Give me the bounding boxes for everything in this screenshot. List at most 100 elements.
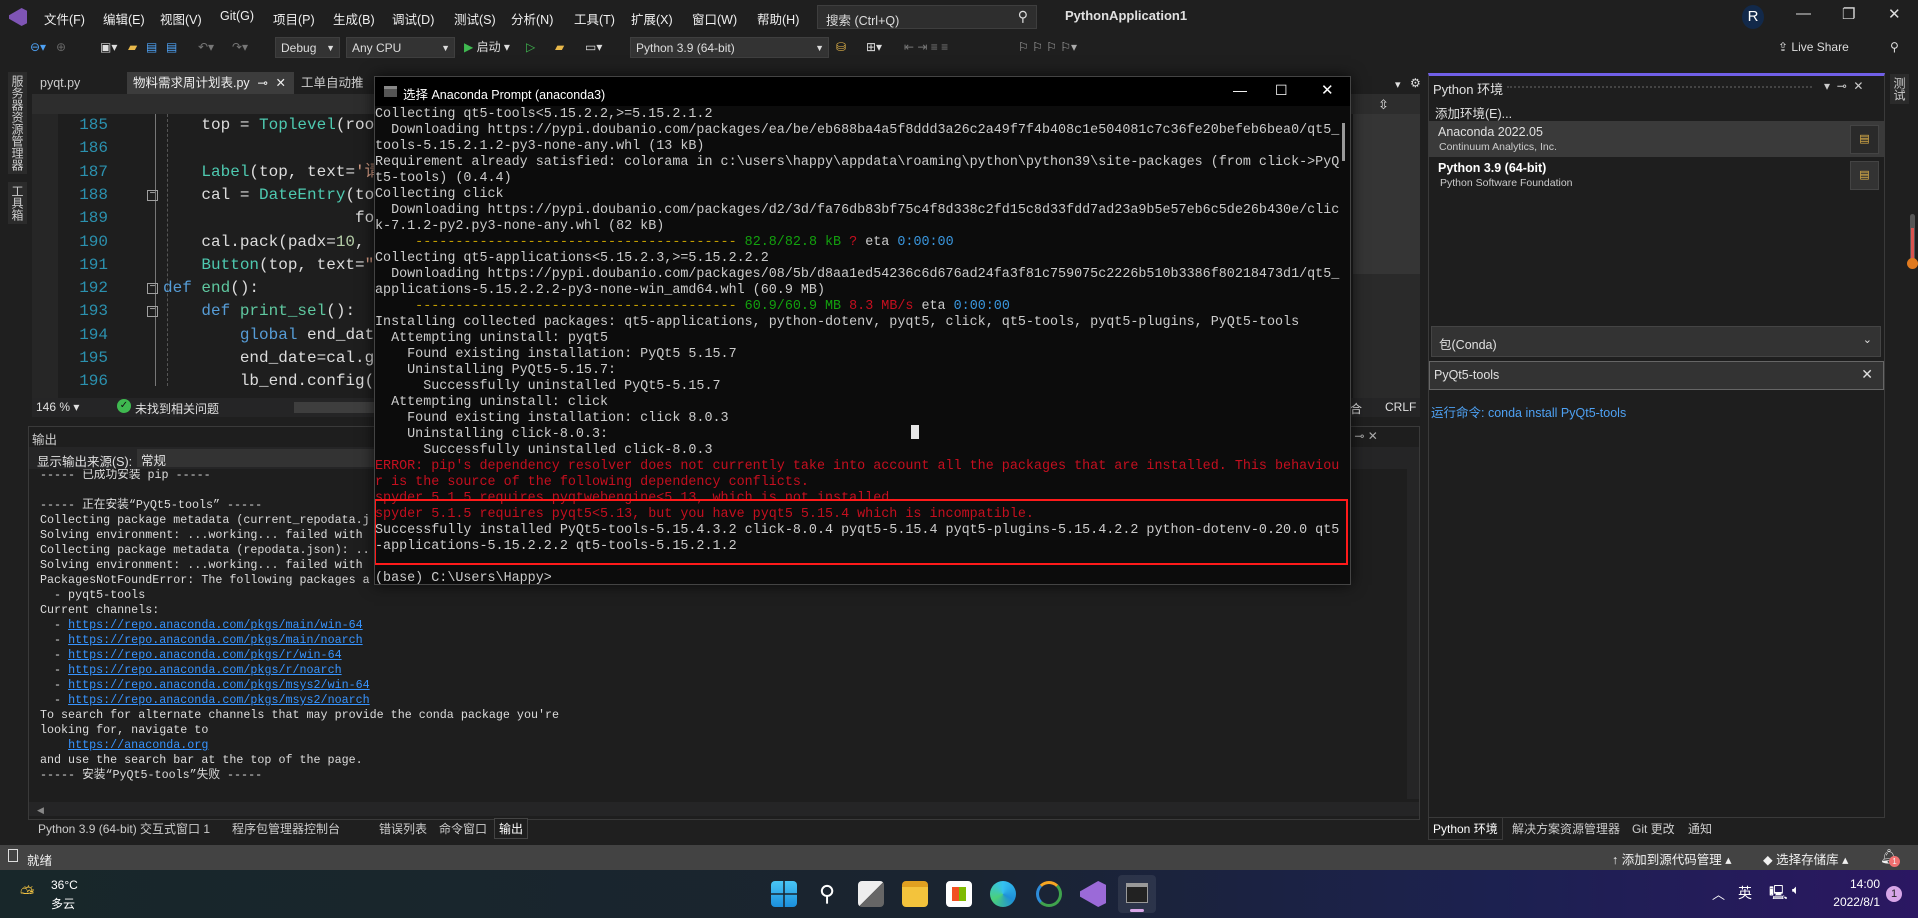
menu-item[interactable]: 调试(D)	[392, 9, 434, 28]
save-icon[interactable]: ▤	[146, 37, 157, 58]
close-icon[interactable]: ✕	[1888, 5, 1901, 23]
menu-item[interactable]: 视图(V)	[160, 9, 202, 28]
output-link[interactable]: https://repo.anaconda.com/pkgs/r/noarch	[68, 663, 342, 677]
vertical-scrollbar[interactable]	[1407, 469, 1419, 799]
add-to-source-control-button[interactable]: ↑ 添加到源代码管理 ▴	[1612, 849, 1732, 868]
restore-icon[interactable]: ❐	[1842, 5, 1855, 23]
env-item-python39[interactable]: Python 3.9 (64-bit) Python Software Foun…	[1429, 157, 1884, 193]
visual-studio-icon[interactable]	[1080, 881, 1106, 907]
indent-icon[interactable]: ⇤ ⇥ ≡ ≡	[904, 37, 948, 58]
volume-icon[interactable]: 🔈︎	[1792, 882, 1800, 898]
clock-time[interactable]: 14:00	[1828, 877, 1880, 891]
tab-package-manager-console[interactable]: 程序包管理器控制台	[232, 820, 340, 837]
anaconda-navigator-icon[interactable]	[1036, 881, 1062, 907]
line-ending-indicator[interactable]: CRLF	[1385, 400, 1416, 414]
new-project-icon[interactable]: ▣▾	[100, 37, 117, 58]
output-link[interactable]: https://repo.anaconda.com/pkgs/msys2/noa…	[68, 693, 370, 707]
network-icon[interactable]: 🖳︎	[1769, 882, 1788, 906]
menu-item[interactable]: 帮助(H)	[757, 9, 799, 28]
menu-item[interactable]: 扩展(X)	[631, 9, 673, 28]
issues-status[interactable]: 未找到相关问题	[135, 400, 219, 417]
close-icon[interactable]: ✕	[1321, 81, 1334, 99]
gear-icon[interactable]: ⚙	[1410, 76, 1421, 90]
horizontal-scrollbar[interactable]: ◀	[29, 802, 1419, 816]
menu-item[interactable]: 项目(P)	[273, 9, 315, 28]
menu-item[interactable]: 工具(T)	[574, 9, 615, 28]
fold-toggle-icon[interactable]: −	[147, 283, 158, 295]
run-command-link[interactable]: 运行命令: conda install PyQt5-tools	[1431, 402, 1626, 421]
layout-icon[interactable]: ⊞▾	[866, 37, 882, 58]
search-input[interactable]: 搜索 (Ctrl+Q) ⚲	[817, 5, 1037, 29]
maximize-icon[interactable]: ☐	[1275, 82, 1288, 99]
minimap-viewport[interactable]	[1353, 114, 1420, 274]
code-minimap[interactable]	[1353, 114, 1420, 398]
tray-overflow-icon[interactable]: ︿	[1712, 884, 1725, 903]
platform-dropdown[interactable]: Any CPU ▼	[346, 37, 455, 58]
save-all-icon[interactable]: ▤	[166, 37, 177, 58]
scroll-left-icon[interactable]: ◀	[37, 805, 44, 815]
output-link[interactable]: https://repo.anaconda.com/pkgs/main/noar…	[68, 633, 363, 647]
minimize-icon[interactable]: —	[1233, 82, 1247, 98]
test-explorer-tab[interactable]: 测试	[1890, 74, 1909, 104]
search-icon[interactable]: ⚲	[814, 881, 840, 907]
fold-toggle-icon[interactable]: −	[147, 306, 158, 318]
bookmark-icons[interactable]: ⚐ ⚐ ⚐ ⚐▾	[1018, 37, 1077, 58]
weather-icon[interactable]: ⛅︎	[20, 883, 34, 904]
split-icon[interactable]: ⇳	[1378, 97, 1389, 113]
file-explorer-icon[interactable]	[902, 881, 928, 907]
menu-item[interactable]: 分析(N)	[511, 9, 553, 28]
menu-item[interactable]: 文件(F)	[44, 9, 85, 28]
open-folder-icon[interactable]: ▰	[128, 37, 137, 58]
output-link[interactable]: https://anaconda.org	[68, 738, 208, 752]
tab-material-plan[interactable]: 物料需求周计划表.py ⊸ ✕	[127, 72, 294, 94]
start-without-debug-icon[interactable]: ▷	[526, 37, 535, 58]
encoding-indicator[interactable]: 合	[1350, 400, 1362, 417]
horizontal-scrollbar[interactable]	[294, 402, 374, 413]
menu-item[interactable]: Git(G)	[220, 9, 254, 23]
forward-icon[interactable]: ⊕	[56, 37, 66, 58]
tab-solution-explorer[interactable]: 解决方案资源管理器	[1512, 820, 1620, 837]
anaconda-prompt-window[interactable]: 选择 Anaconda Prompt (anaconda3) — ☐ ✕ Col…	[374, 76, 1351, 585]
tab-python-environments[interactable]: Python 环境	[1428, 817, 1503, 840]
weather-temp[interactable]: 36°C	[51, 878, 78, 892]
output-link[interactable]: https://repo.anaconda.com/pkgs/msys2/win…	[68, 678, 370, 692]
menu-item[interactable]: 窗口(W)	[692, 9, 737, 28]
menu-item[interactable]: 测试(S)	[454, 9, 496, 28]
dropdown-icon[interactable]: ▾	[1395, 78, 1401, 91]
folder-icon[interactable]: ▰	[555, 37, 564, 58]
tab-output[interactable]: 输出	[494, 818, 529, 839]
minimize-icon[interactable]: —	[1796, 5, 1811, 22]
feedback-icon[interactable]: ⚲	[1890, 37, 1899, 58]
back-icon[interactable]: ⊖▾	[30, 37, 46, 58]
tab-pyqt-py[interactable]: pyqt.py	[34, 72, 126, 94]
input-method-indicator[interactable]: 英	[1738, 883, 1752, 903]
tab-error-list[interactable]: 错误列表	[379, 820, 427, 837]
zoom-level-dropdown[interactable]: 146 % ▾	[36, 400, 79, 414]
close-tab-icon[interactable]: ✕	[276, 72, 286, 94]
window-layout-icon[interactable]: ▭▾	[585, 37, 602, 58]
tab-git-changes[interactable]: Git 更改	[1632, 820, 1675, 837]
task-view-icon[interactable]	[858, 881, 884, 907]
microsoft-store-icon[interactable]	[946, 881, 972, 907]
start-button[interactable]: ▶ 启动 ▾	[464, 37, 510, 58]
terminal-scrollbar[interactable]	[1342, 123, 1345, 161]
clock-date[interactable]: 2022/8/1	[1818, 895, 1880, 909]
package-search-input[interactable]: PyQt5-tools ✕	[1429, 361, 1884, 390]
notification-badge[interactable]: 1	[1886, 886, 1902, 902]
weather-desc[interactable]: 多云	[51, 895, 75, 912]
windows-start-icon[interactable]	[771, 881, 797, 907]
live-share-button[interactable]: ⇪ Live Share	[1778, 37, 1849, 58]
terminal-taskbar-button[interactable]	[1118, 875, 1156, 913]
env-console-icon[interactable]: ▤	[1850, 161, 1879, 190]
clear-search-icon[interactable]: ✕	[1861, 366, 1873, 383]
undo-icon[interactable]: ↶▾	[198, 37, 214, 58]
toolbox-tab[interactable]: 工具箱	[8, 182, 27, 224]
panel-controls[interactable]: ▾ ⊸ ✕	[1824, 79, 1863, 93]
tab-interactive-window[interactable]: Python 3.9 (64-bit) 交互式窗口 1	[38, 820, 210, 837]
package-icon[interactable]: ⛁	[836, 37, 846, 58]
server-explorer-tab[interactable]: 服务器资源管理器	[8, 72, 27, 174]
menu-item[interactable]: 生成(B)	[333, 9, 375, 28]
edge-icon[interactable]	[990, 881, 1016, 907]
tab-notifications[interactable]: 通知	[1688, 820, 1712, 837]
env-console-icon[interactable]: ▤	[1850, 125, 1879, 154]
